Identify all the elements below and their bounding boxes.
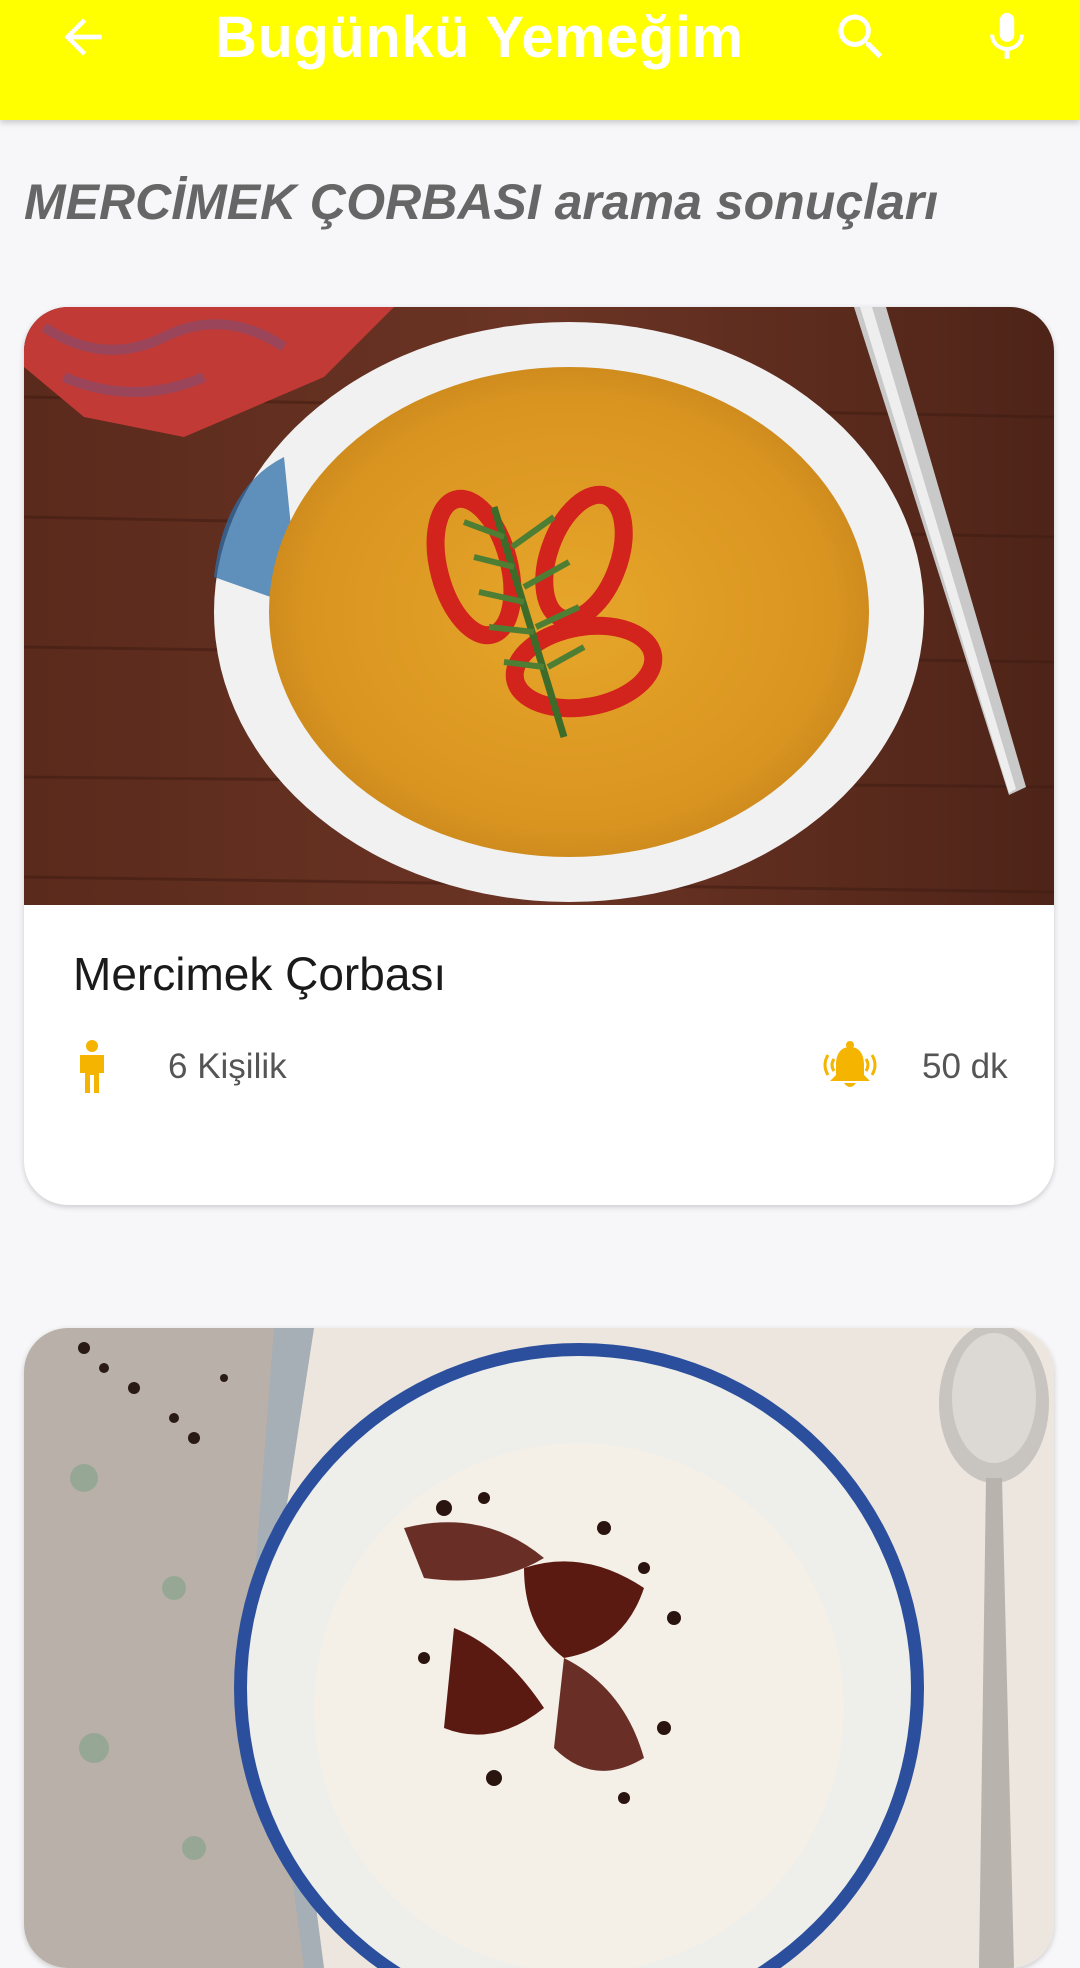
yogurt-soup-photo [24, 1328, 1054, 1968]
person-icon [80, 1040, 104, 1093]
recipe-card[interactable]: Mercimek Çorbası 6 Kişilik 50 dk [24, 307, 1054, 1205]
mic-button[interactable] [972, 2, 1042, 72]
recipe-title: Mercimek Çorbası [73, 948, 447, 1000]
microphone-icon [990, 12, 1024, 59]
recipe-card[interactable] [24, 1328, 1054, 1968]
recipe-meta: 6 Kişilik 50 dk [24, 1037, 1054, 1097]
time-text: 50 dk [922, 1047, 1008, 1086]
app-title: Bugünkü Yemeğim [215, 5, 744, 70]
app-bar: Bugünkü Yemeğim [0, 0, 1080, 120]
lentil-soup-photo [24, 307, 1054, 905]
search-button[interactable] [826, 2, 896, 72]
servings-text: 6 Kişilik [168, 1047, 287, 1086]
results-heading: MERCİMEK ÇORBASI arama sonuçları [24, 174, 939, 230]
bell-icon [823, 1041, 877, 1087]
search-icon [838, 14, 883, 59]
back-button[interactable] [48, 2, 118, 72]
arrow-left-icon [64, 18, 102, 56]
